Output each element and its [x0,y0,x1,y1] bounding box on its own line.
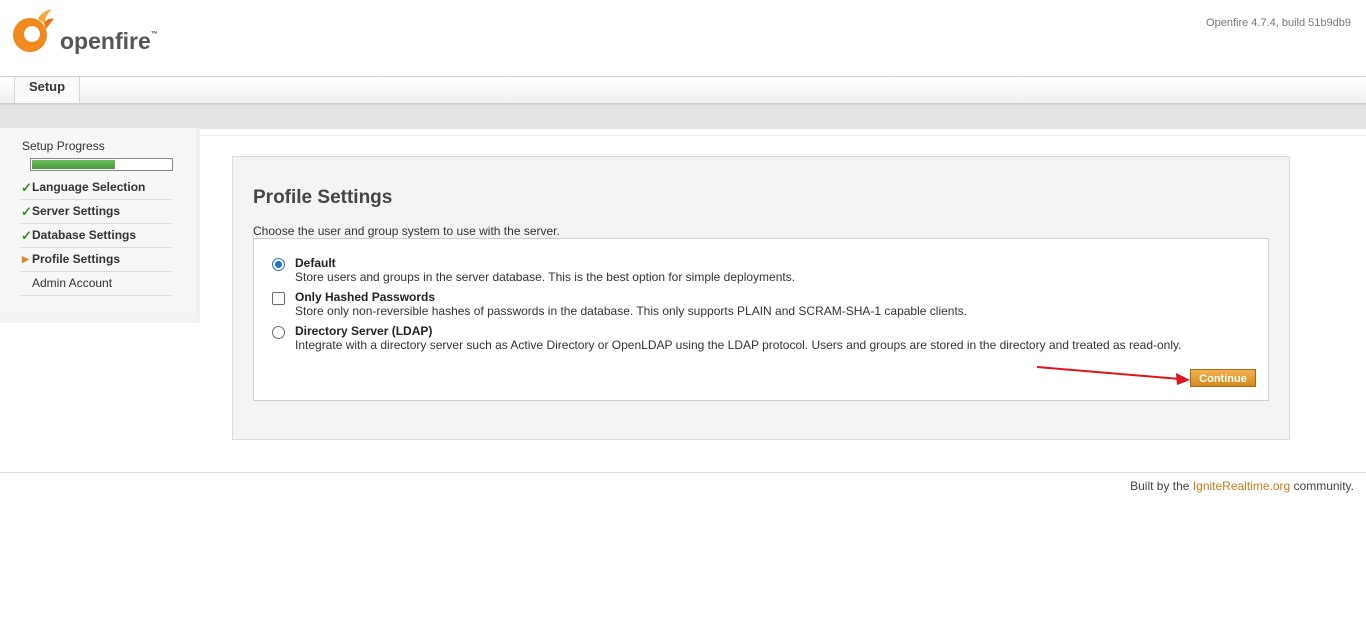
sub-navigation-bar [0,104,1366,129]
annotation-arrow-icon [1036,366,1190,385]
option-label[interactable]: Directory Server (LDAP) [295,324,432,338]
setup-progress-bar [30,158,173,171]
step-server-settings: ✓ Server Settings [20,200,172,224]
option-description: Store only non-reversible hashes of pass… [295,304,968,318]
step-profile-settings: ▶ Profile Settings [20,248,172,272]
setup-sidebar: Setup Progress ✓ Language Selection ✓ Se… [0,128,200,323]
logo-text: openfire™ [60,28,158,54]
checkmark-icon: ✓ [21,204,32,219]
progress-title: Setup Progress [22,139,105,153]
footer-text: Built by the IgniteRealtime.org communit… [1130,479,1354,493]
tab-bar: Setup [0,76,1366,104]
step-database-settings: ✓ Database Settings [20,224,172,248]
step-label: Language Selection [32,180,146,194]
option-description: Store users and groups in the server dat… [295,270,796,284]
profile-settings-panel: Profile Settings Choose the user and gro… [232,156,1290,440]
step-label: Admin Account [32,276,113,290]
ignite-realtime-link[interactable]: IgniteRealtime.org [1193,479,1290,493]
option-label[interactable]: Default [295,256,336,270]
current-step-arrow-icon: ▶ [22,254,29,264]
page-description: Choose the user and group system to use … [253,224,560,238]
openfire-logo[interactable]: openfire™ [8,7,158,57]
footer: Built by the IgniteRealtime.org communit… [0,472,1366,513]
option-description: Integrate with a directory server such a… [295,338,1182,352]
step-admin-account: Admin Account [20,272,172,296]
hashed-passwords-checkbox[interactable] [272,292,285,305]
progress-fill [32,160,116,169]
page-title: Profile Settings [253,187,393,208]
setup-steps: ✓ Language Selection ✓ Server Settings ✓… [20,176,172,296]
step-label: Database Settings [32,228,137,242]
version-label: Openfire 4.7.4, build 51b9db9 [1206,17,1351,29]
step-label: Server Settings [32,204,121,218]
checkmark-icon: ✓ [21,228,32,243]
checkmark-icon: ✓ [21,180,32,195]
ldap-radio[interactable] [272,326,285,339]
content-divider [200,135,1366,146]
tab-setup[interactable]: Setup [14,77,80,103]
header: openfire™ Openfire 4.7.4, build 51b9db9 [0,0,1366,76]
step-label: Profile Settings [32,252,121,266]
option-label[interactable]: Only Hashed Passwords [295,290,435,304]
flame-logo-icon [13,9,54,52]
step-language-selection: ✓ Language Selection [20,176,172,200]
default-radio[interactable] [272,258,285,271]
